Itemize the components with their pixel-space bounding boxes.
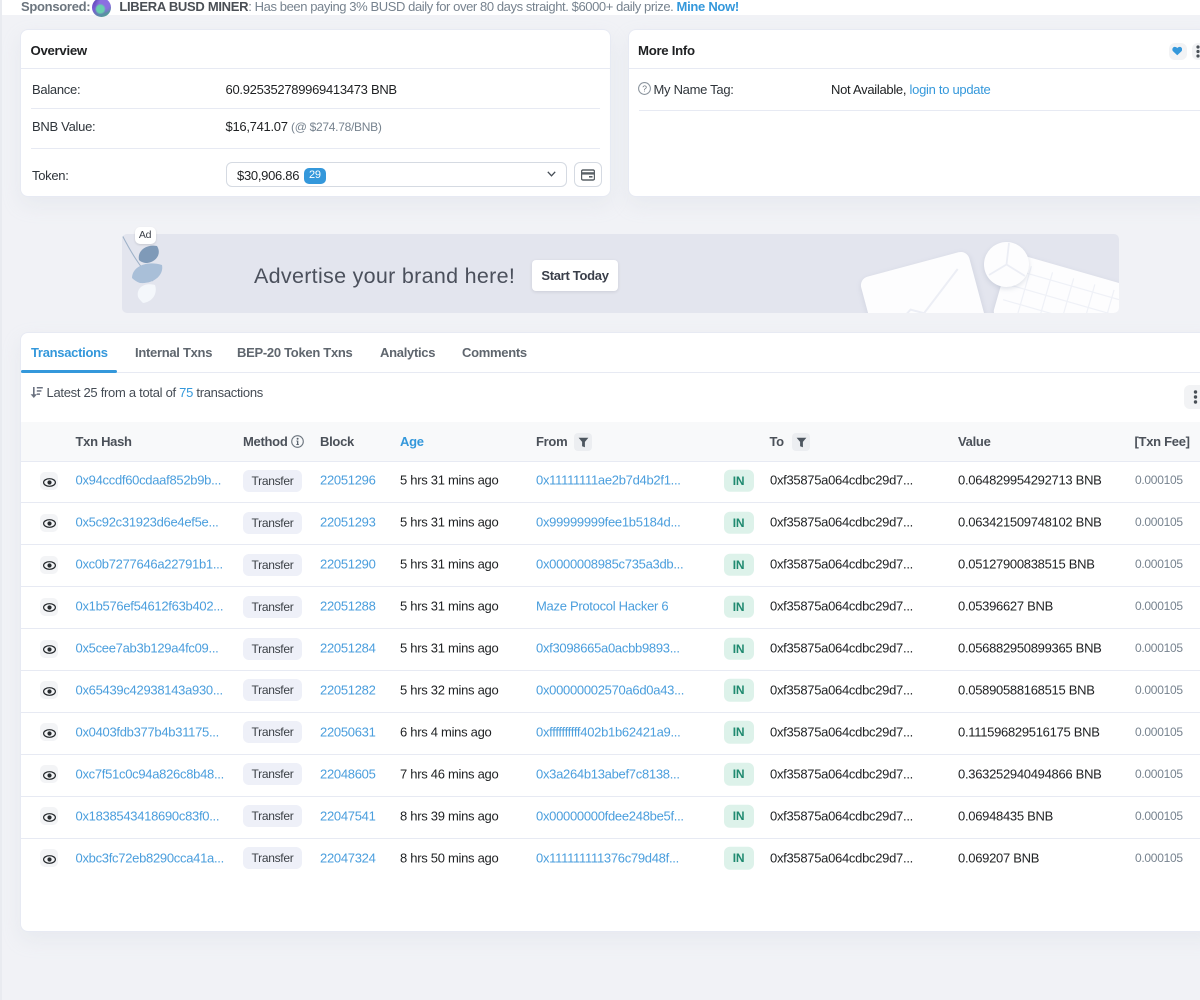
svg-text:?: ? bbox=[642, 83, 647, 93]
